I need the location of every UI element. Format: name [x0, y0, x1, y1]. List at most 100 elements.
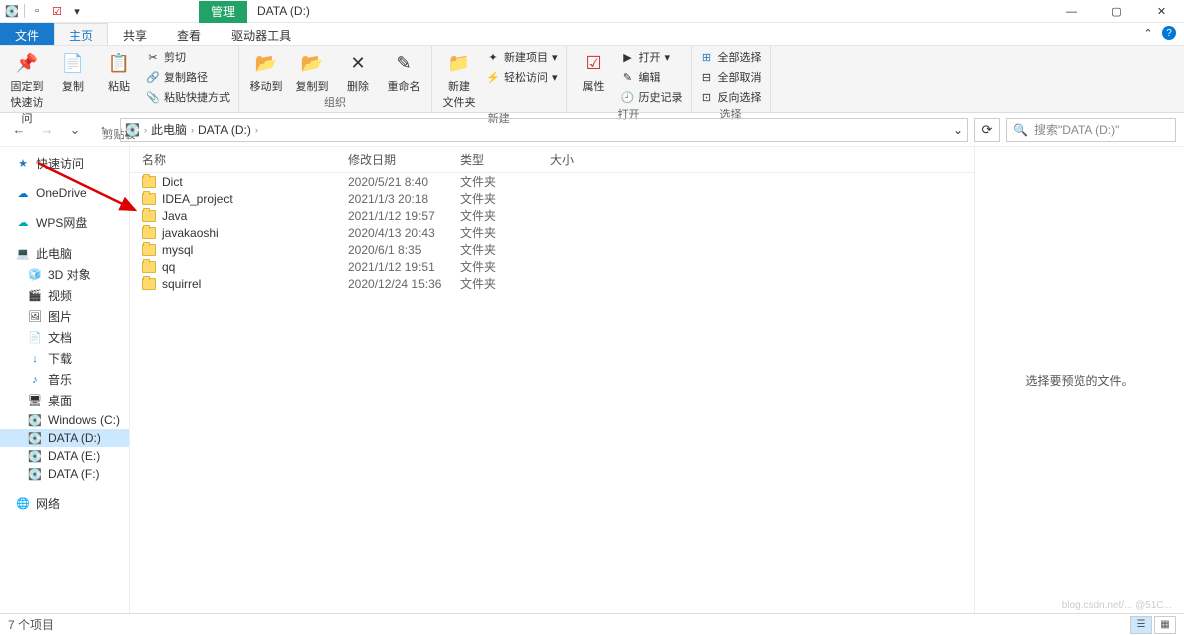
address-bar[interactable]: 💽 › 此电脑 › DATA (D:) › ⌄ — [120, 118, 968, 142]
col-date[interactable]: 修改日期 — [348, 151, 460, 168]
nav-onedrive[interactable]: ☁OneDrive — [0, 184, 129, 202]
new-item-button[interactable]: ✦新建项目▾ — [484, 48, 560, 66]
folder-icon — [142, 193, 156, 205]
table-row[interactable]: IDEA_project2021/1/3 20:18文件夹 — [130, 190, 974, 207]
copy-path-button[interactable]: 🔗复制路径 — [144, 68, 232, 86]
details-view-button[interactable]: ☰ — [1130, 616, 1152, 634]
quick-access-toolbar: 💽 ▫ ☑ ▾ — [0, 3, 89, 19]
folder-icon — [142, 176, 156, 188]
table-row[interactable]: javakaoshi2020/4/13 20:43文件夹 — [130, 224, 974, 241]
paste-button[interactable]: 📋粘贴 — [98, 48, 140, 94]
access-icon: ⚡ — [486, 70, 500, 84]
edit-button[interactable]: ✎编辑 — [619, 68, 685, 86]
file-type: 文件夹 — [460, 275, 550, 292]
tab-drive-tools[interactable]: 驱动器工具 — [216, 23, 306, 45]
nav-pictures[interactable]: 🖼图片 — [0, 306, 129, 327]
nav-videos[interactable]: 🎬视频 — [0, 285, 129, 306]
file-name: qq — [162, 260, 175, 274]
delete-button[interactable]: ✕删除 — [337, 48, 379, 94]
cloud-icon: ☁ — [16, 216, 30, 230]
history-button[interactable]: 🕘历史记录 — [619, 88, 685, 106]
tab-share[interactable]: 共享 — [108, 23, 162, 45]
pin-icon: 📌 — [14, 50, 40, 76]
copy-to-button[interactable]: 📂复制到 — [291, 48, 333, 94]
open-icon: ▶ — [621, 50, 635, 64]
collapse-ribbon-icon[interactable]: ⌃ — [1140, 25, 1156, 41]
rename-button[interactable]: ✎重命名 — [383, 48, 425, 94]
refresh-button[interactable]: ⟳ — [974, 118, 1000, 142]
nav-data-f[interactable]: 💽DATA (F:) — [0, 465, 129, 483]
nav-desktop[interactable]: 🖥桌面 — [0, 390, 129, 411]
tab-home[interactable]: 主页 — [54, 23, 108, 45]
table-row[interactable]: squirrel2020/12/24 15:36文件夹 — [130, 275, 974, 292]
forward-button[interactable]: → — [36, 119, 58, 141]
address-dropdown-icon[interactable]: ⌄ — [953, 123, 963, 137]
paste-shortcut-button[interactable]: 📎粘贴快捷方式 — [144, 88, 232, 106]
tab-view[interactable]: 查看 — [162, 23, 216, 45]
nav-documents[interactable]: 📄文档 — [0, 327, 129, 348]
cut-icon: ✂ — [146, 50, 160, 64]
cloud-icon: ☁ — [16, 186, 30, 200]
file-name: squirrel — [162, 277, 201, 291]
maximize-button[interactable]: ▢ — [1094, 0, 1139, 23]
help-icon[interactable]: ? — [1162, 26, 1176, 40]
nav-music[interactable]: ♪音乐 — [0, 369, 129, 390]
breadcrumb-this-pc[interactable]: 此电脑 — [151, 121, 187, 138]
table-row[interactable]: Java2021/1/12 19:57文件夹 — [130, 207, 974, 224]
col-size[interactable]: 大小 — [550, 151, 610, 168]
search-input[interactable]: 🔍 搜索"DATA (D:)" — [1006, 118, 1176, 142]
qat-item[interactable]: ☑ — [49, 3, 65, 19]
properties-button[interactable]: ☑属性 — [573, 48, 615, 94]
minimize-button[interactable]: — — [1049, 0, 1094, 23]
col-type[interactable]: 类型 — [460, 151, 550, 168]
table-row[interactable]: qq2021/1/12 19:51文件夹 — [130, 258, 974, 275]
copy-to-icon: 📂 — [299, 50, 325, 76]
nav-quick-access[interactable]: ★快速访问 — [0, 153, 129, 174]
context-tab-manage[interactable]: 管理 — [199, 1, 247, 23]
back-button[interactable]: ← — [8, 119, 30, 141]
nav-network[interactable]: 🌐网络 — [0, 493, 129, 514]
close-button[interactable]: ✕ — [1139, 0, 1184, 23]
shortcut-icon: 📎 — [146, 90, 160, 104]
col-name[interactable]: 名称 — [142, 151, 348, 168]
chevron-icon[interactable]: › — [191, 125, 194, 135]
nav-downloads[interactable]: ↓下载 — [0, 348, 129, 369]
breadcrumb-data-d[interactable]: DATA (D:) — [198, 123, 251, 137]
chevron-icon[interactable]: › — [255, 125, 258, 135]
main-area: ★快速访问 ☁OneDrive ☁WPS网盘 💻此电脑 🧊3D 对象 🎬视频 🖼… — [0, 147, 1184, 613]
select-all-button[interactable]: ⊞全部选择 — [698, 48, 764, 66]
table-row[interactable]: Dict2020/5/21 8:40文件夹 — [130, 173, 974, 190]
nav-wps[interactable]: ☁WPS网盘 — [0, 212, 129, 233]
nav-3d-objects[interactable]: 🧊3D 对象 — [0, 264, 129, 285]
file-date: 2020/6/1 8:35 — [348, 243, 460, 257]
file-type: 文件夹 — [460, 190, 550, 207]
tab-file[interactable]: 文件 — [0, 23, 54, 45]
video-icon: 🎬 — [28, 289, 42, 303]
nav-this-pc[interactable]: 💻此电脑 — [0, 243, 129, 264]
open-button[interactable]: ▶打开▾ — [619, 48, 685, 66]
chevron-icon[interactable]: › — [144, 125, 147, 135]
table-row[interactable]: mysql2020/6/1 8:35文件夹 — [130, 241, 974, 258]
recent-dropdown[interactable]: ⌄ — [64, 119, 86, 141]
paste-icon: 📋 — [106, 50, 132, 76]
invert-selection-button[interactable]: ⊡反向选择 — [698, 88, 764, 106]
edit-icon: ✎ — [621, 70, 635, 84]
cut-button[interactable]: ✂剪切 — [144, 48, 232, 66]
nav-data-d[interactable]: 💽DATA (D:) — [0, 429, 129, 447]
nav-windows-c[interactable]: 💽Windows (C:) — [0, 411, 129, 429]
navigation-pane: ★快速访问 ☁OneDrive ☁WPS网盘 💻此电脑 🧊3D 对象 🎬视频 🖼… — [0, 147, 130, 613]
thumbnail-view-button[interactable]: ▦ — [1154, 616, 1176, 634]
select-none-button[interactable]: ⊟全部取消 — [698, 68, 764, 86]
status-bar: 7 个项目 ☰ ▦ — [0, 613, 1184, 635]
file-date: 2021/1/3 20:18 — [348, 192, 460, 206]
up-button[interactable]: ↑ — [92, 119, 114, 141]
nav-data-e[interactable]: 💽DATA (E:) — [0, 447, 129, 465]
move-to-button[interactable]: 📂移动到 — [245, 48, 287, 94]
cube-icon: 🧊 — [28, 268, 42, 282]
copy-button[interactable]: 📄复制 — [52, 48, 94, 94]
qat-dropdown-icon[interactable]: ▾ — [69, 3, 85, 19]
easy-access-button[interactable]: ⚡轻松访问▾ — [484, 68, 560, 86]
new-folder-button[interactable]: 📁新建 文件夹 — [438, 48, 480, 110]
star-icon: ★ — [16, 157, 30, 171]
qat-item[interactable]: ▫ — [29, 3, 45, 19]
